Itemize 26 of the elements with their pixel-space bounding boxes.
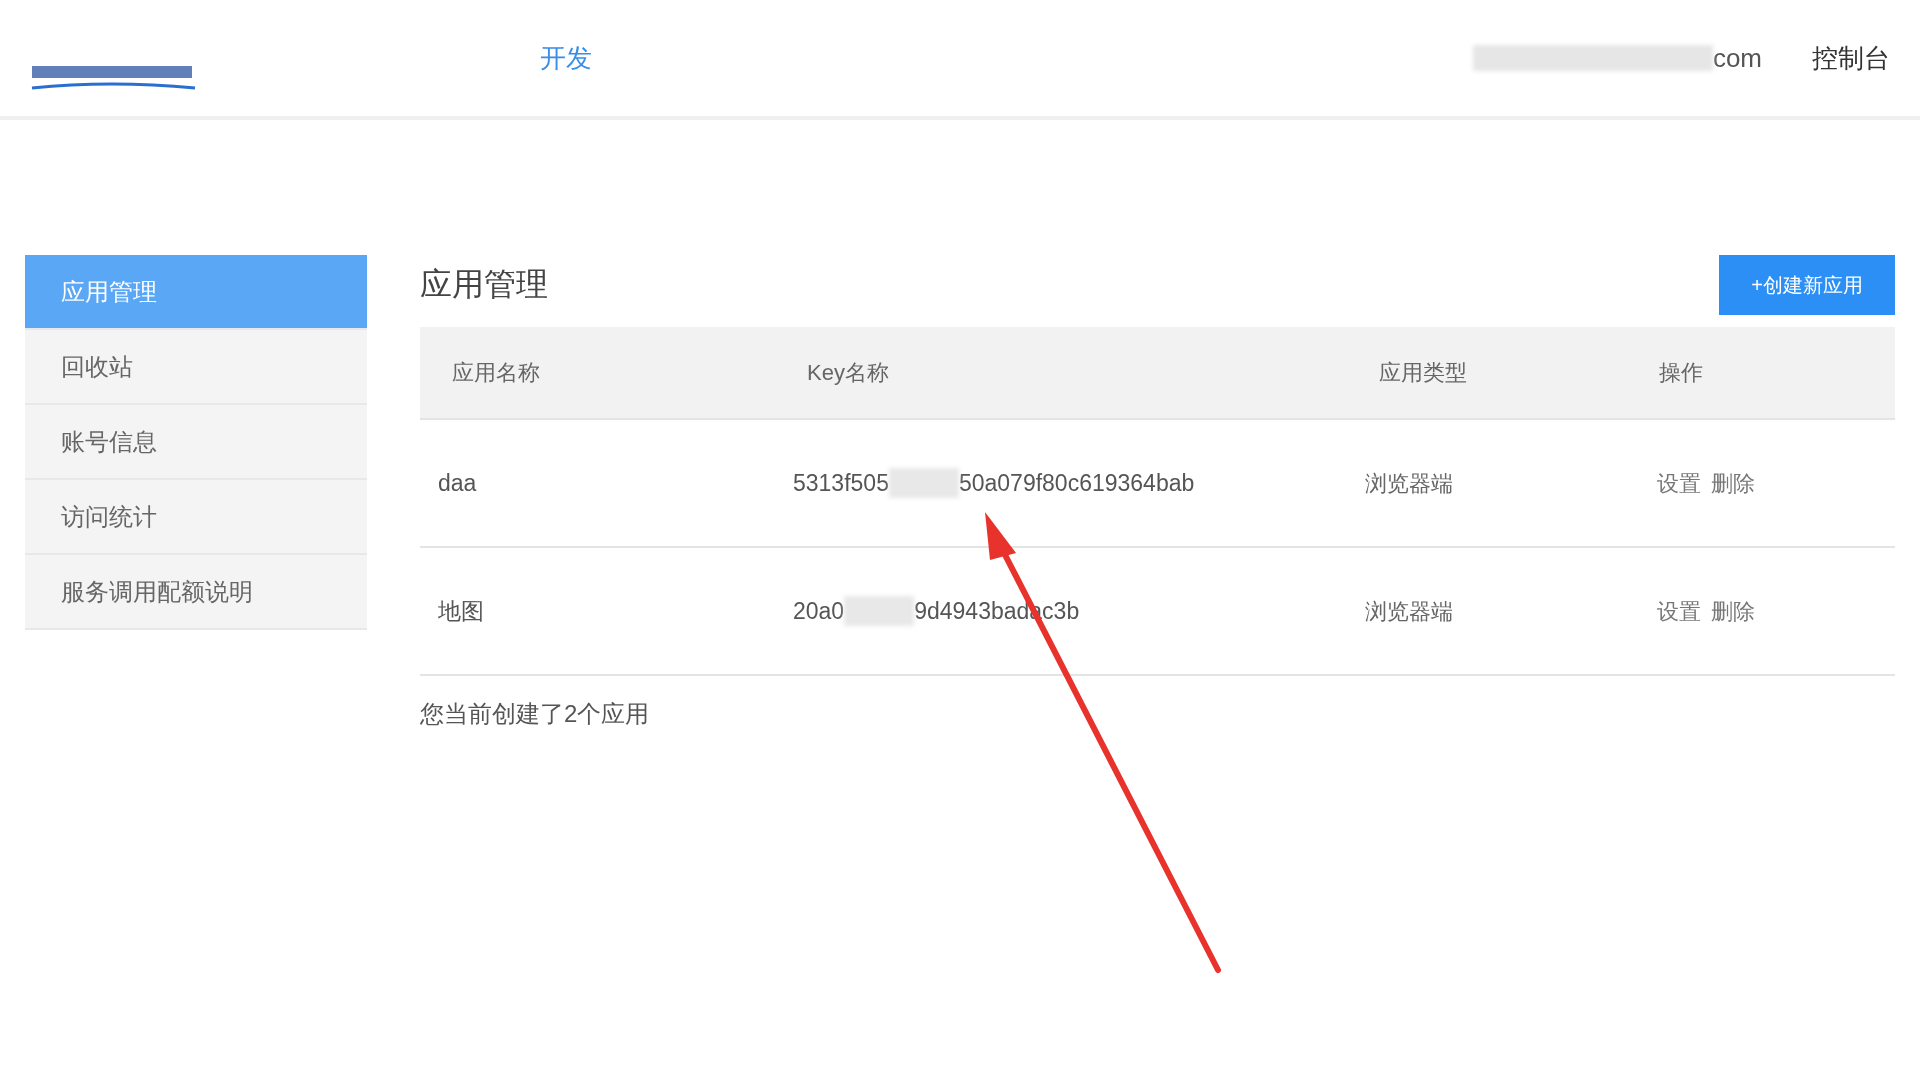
nav-link[interactable]: 开发 <box>540 38 592 78</box>
console-link[interactable]: 控制台 <box>1812 38 1890 78</box>
action-link[interactable]: 设置 <box>1657 466 1701 500</box>
sidebar-item[interactable]: 回收站 <box>25 330 367 405</box>
key-text: 50a079f80c619364bab <box>958 468 1195 498</box>
column-header: 应用类型 <box>1347 327 1627 420</box>
table-cell: 地图 <box>420 548 775 676</box>
column-header: 操作 <box>1627 327 1895 420</box>
action-link[interactable]: 删除 <box>1711 466 1755 500</box>
column-header: 应用名称 <box>420 327 775 420</box>
create-app-button[interactable]: +创建新应用 <box>1719 255 1895 315</box>
sidebar-item[interactable]: 访问统计 <box>25 480 367 555</box>
table-cell: 浏览器端 <box>1347 420 1627 548</box>
column-header: Key名称 <box>775 327 1347 420</box>
action-link[interactable]: 设置 <box>1657 594 1701 628</box>
page-title: 应用管理 <box>420 265 548 304</box>
app-count-text: 您当前创建了2个应用 <box>420 699 651 729</box>
table-cell: daa <box>420 420 775 548</box>
sidebar-item[interactable]: 服务调用配额说明 <box>25 555 367 630</box>
key-text: 20a0 <box>793 596 845 626</box>
sidebar-item[interactable]: 账号信息 <box>25 405 367 480</box>
sidebar-item[interactable]: 应用管理 <box>25 255 367 330</box>
account-email: com <box>1712 41 1762 75</box>
key-text: 5313f505 <box>793 468 889 498</box>
action-link[interactable]: 删除 <box>1711 594 1755 628</box>
table-cell: 浏览器端 <box>1347 548 1627 676</box>
